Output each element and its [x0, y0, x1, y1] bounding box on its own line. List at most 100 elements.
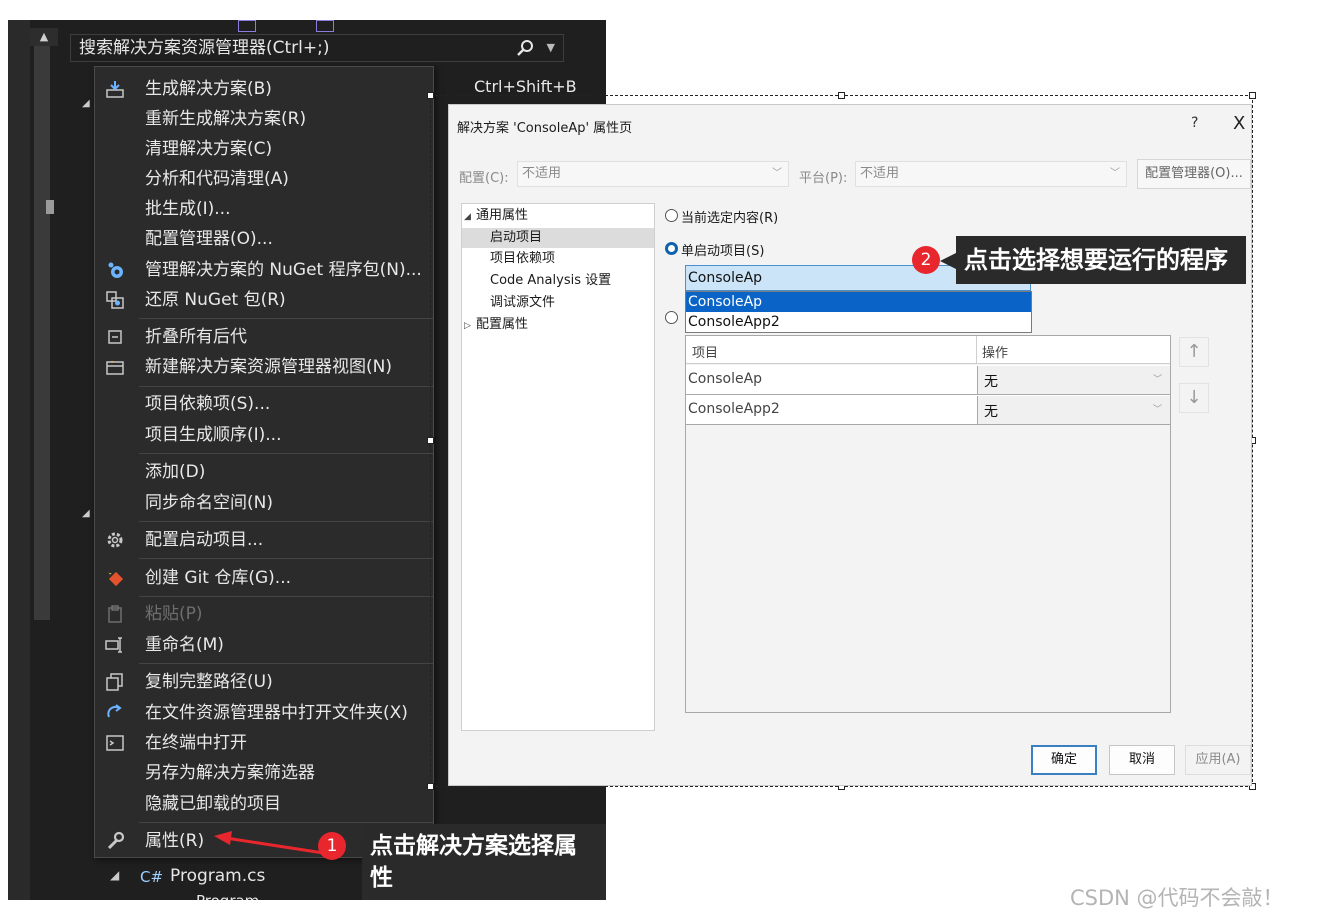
close-button[interactable]: X [1233, 113, 1245, 134]
restore-package-icon [106, 291, 124, 309]
csharp-file-icon: C# [140, 868, 164, 886]
menu-separator [139, 558, 433, 559]
gear-icon [107, 532, 123, 548]
menu-item-open-in-explorer[interactable]: 在文件资源管理器中打开文件夹(X) [95, 699, 433, 727]
menu-item-sync-namespaces[interactable]: 同步命名空间(N) [95, 489, 433, 517]
chevron-down-icon: ﹀ [1110, 168, 1120, 179]
ok-button[interactable]: 确定 [1031, 745, 1097, 775]
menu-item-create-git-repo[interactable]: 创建 Git 仓库(G)... [95, 564, 433, 592]
menu-item-copy-full-path[interactable]: 复制完整路径(U) [95, 668, 433, 696]
config-manager-button: 配置管理器(O)... [1137, 159, 1251, 189]
chevron-down-icon[interactable]: ▼ [547, 35, 555, 61]
search-icon[interactable] [515, 35, 535, 61]
menu-item-open-in-terminal[interactable]: 在终端中打开 [95, 729, 433, 757]
left-tool-strip [8, 20, 30, 900]
menu-item-analyze-cleanup[interactable]: 分析和代码清理(A) [95, 165, 433, 193]
menu-item-new-view[interactable]: 新建解决方案资源管理器视图(N) [95, 353, 433, 381]
menu-item-configure-startup[interactable]: 配置启动项目... [95, 526, 433, 554]
grid-cell-action-select: 无 ﹀ [977, 396, 1170, 424]
annotation-badge-2: 2 [912, 246, 940, 274]
tree-expand-icon[interactable]: ◢ [82, 508, 90, 519]
tree-node-debug-source[interactable]: 调试源文件 [490, 293, 555, 313]
radio-multiple-startup[interactable] [665, 311, 678, 324]
collapsed-arrow-icon[interactable]: ▷ [464, 316, 476, 336]
radio-single-startup-label: 单启动项目(S) [681, 244, 765, 259]
git-icon [108, 570, 124, 587]
wrench-icon [107, 831, 125, 850]
resize-handle[interactable] [838, 92, 845, 99]
collapse-up-icon[interactable]: ▲ [30, 28, 58, 46]
grid-cell-project: ConsoleApp2 [688, 401, 780, 417]
grid-cell-action-select: 无 ﹀ [977, 366, 1170, 394]
tree-item-program-partial[interactable]: Program [196, 892, 259, 900]
menu-item-restore-nuget[interactable]: 还原 NuGet 包(R) [95, 286, 433, 314]
multiple-startup-grid: 项目 操作 ConsoleAp 无 ﹀ ConsoleApp2 无 ﹀ [685, 335, 1171, 713]
annotation-badge-1: 1 [318, 832, 346, 860]
radio-single-startup[interactable] [665, 242, 678, 255]
config-select: 不适用 ﹀ [517, 161, 789, 187]
menu-item-build-order[interactable]: 项目生成顺序(I)... [95, 421, 433, 449]
menu-item-batch-build[interactable]: 批生成(I)... [95, 195, 433, 223]
scrollbar-thumb[interactable] [46, 200, 54, 214]
menu-item-build-solution[interactable]: 生成解决方案(B) [95, 75, 433, 103]
chevron-down-icon: ﹀ [1152, 405, 1162, 415]
platform-label: 平台(P): [799, 171, 848, 186]
resize-handle[interactable] [427, 437, 434, 444]
resize-handle[interactable] [1249, 92, 1256, 99]
tree-expand-icon[interactable]: ◢ [82, 98, 90, 109]
csdn-watermark: CSDN @代码不会敲！ [1070, 886, 1284, 910]
cancel-button[interactable]: 取消 [1109, 745, 1175, 775]
dropdown-option-consoleap[interactable]: ConsoleAp [686, 292, 1031, 312]
menu-item-project-dependencies[interactable]: 项目依赖项(S)... [95, 390, 433, 418]
refresh-arrow-icon [107, 704, 122, 718]
search-placeholder: 搜索解决方案资源管理器(Ctrl+;) [79, 38, 330, 58]
help-button[interactable]: ? [1191, 115, 1198, 131]
tree-node-config-properties[interactable]: ▷ 配置属性 [464, 315, 528, 335]
radio-current-selection[interactable] [665, 209, 678, 222]
tree-node-code-analysis[interactable]: Code Analysis 设置 [490, 271, 611, 291]
menu-item-paste: 粘贴(P) [95, 600, 433, 628]
table-row: ConsoleApp2 无 ﹀ [686, 395, 1170, 425]
menu-item-config-manager[interactable]: 配置管理器(O)... [95, 225, 433, 253]
apply-button: 应用(A) [1185, 745, 1251, 775]
menu-item-collapse-all[interactable]: 折叠所有后代 [95, 323, 433, 351]
menu-separator [139, 318, 433, 319]
grid-empty-area [686, 426, 1170, 712]
vertical-scrollbar[interactable] [34, 46, 50, 620]
platform-select: 不适用 ﹀ [855, 161, 1127, 187]
build-icon [106, 81, 124, 98]
grid-header-action: 操作 [982, 346, 1009, 361]
config-label: 配置(C): [459, 171, 509, 186]
solution-properties-dialog: 解决方案 'ConsoleAp' 属性页 ? X 配置(C): 不适用 ﹀ 平台… [448, 104, 1252, 786]
menu-separator [139, 596, 433, 597]
screenshot-stage: ▲ 搜索解决方案资源管理器(Ctrl+;) ▼ ◢ ◢ ◢ C# Program… [0, 0, 1323, 918]
nuget-icon [108, 262, 123, 278]
toolbar-button-icon[interactable] [238, 20, 256, 32]
tree-item-program-cs[interactable]: Program.cs [170, 866, 265, 886]
menu-item-hide-unloaded[interactable]: 隐藏已卸载的项目 [95, 790, 433, 818]
dropdown-option-consoleapp2[interactable]: ConsoleApp2 [686, 312, 1031, 332]
resize-handle[interactable] [427, 783, 434, 790]
menu-separator [139, 663, 433, 664]
resize-handle[interactable] [427, 92, 434, 99]
tree-expand-icon[interactable]: ◢ [110, 868, 119, 882]
expanded-arrow-icon[interactable]: ◢ [464, 207, 476, 227]
paste-icon [108, 605, 122, 623]
menu-item-rebuild-solution[interactable]: 重新生成解决方案(R) [95, 105, 433, 133]
radio-current-selection-label: 当前选定内容(R) [681, 211, 779, 226]
menu-item-clean-solution[interactable]: 清理解决方案(C) [95, 135, 433, 163]
menu-item-manage-nuget[interactable]: 管理解决方案的 NuGet 程序包(N)... [95, 256, 433, 284]
tree-node-startup-project[interactable]: 启动项目 [462, 228, 654, 248]
menu-item-add[interactable]: 添加(D) [95, 458, 433, 486]
menu-separator [139, 521, 433, 522]
solution-explorer-search-input[interactable]: 搜索解决方案资源管理器(Ctrl+;) ▼ [70, 34, 564, 62]
tree-node-project-dependencies[interactable]: 项目依赖项 [490, 249, 555, 269]
new-view-icon [106, 358, 124, 375]
move-up-arrow-icon: ↑ [1179, 337, 1209, 367]
grid-header: 项目 操作 [686, 336, 1170, 364]
menu-item-save-as-filter[interactable]: 另存为解决方案筛选器 [95, 759, 433, 787]
menu-item-rename[interactable]: 重命名(M) [95, 631, 433, 659]
tree-node-common-properties[interactable]: ◢ 通用属性 [464, 206, 528, 226]
toolbar-button-icon[interactable] [316, 20, 334, 32]
rename-icon [105, 637, 122, 653]
